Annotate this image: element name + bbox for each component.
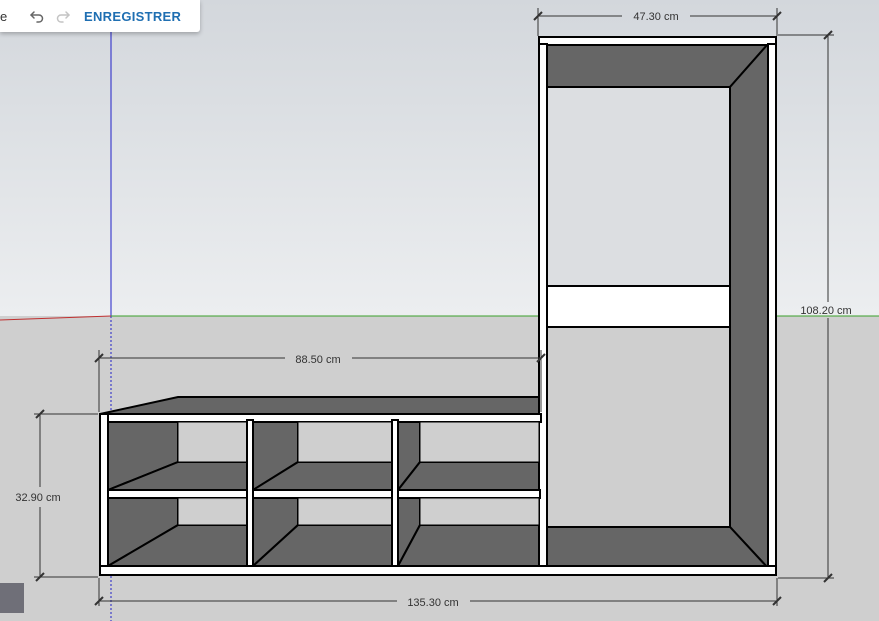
top-toolbar: e ENREGISTRER	[0, 0, 200, 32]
corner-panel-button[interactable]	[0, 583, 24, 613]
lower-right-back	[419, 497, 540, 526]
upper-left-back	[177, 421, 250, 463]
tall-top-board	[538, 36, 777, 46]
bench-top-surface	[99, 396, 540, 415]
redo-icon[interactable]	[50, 3, 76, 29]
tall-mid-shelf	[546, 285, 731, 328]
dim-label-bench-width: 88.50 cm	[295, 354, 340, 366]
bench-middle-shelf	[105, 489, 541, 499]
lower-left-back	[177, 497, 250, 526]
lower-mid-back	[297, 497, 395, 526]
tall-bottom-inner	[546, 526, 771, 569]
tall-right-board	[767, 43, 777, 569]
base-board	[99, 565, 777, 576]
tall-upper-back	[546, 86, 731, 287]
dim-label-tall-width: 47.30 cm	[633, 11, 678, 23]
dim-label-bench-height: 32.90 cm	[15, 492, 60, 504]
upper-right-floor	[395, 461, 540, 491]
upper-mid-back	[297, 421, 395, 463]
dim-label-total-height: 108.20 cm	[800, 305, 851, 317]
divider-2	[391, 419, 399, 569]
dim-label-total-width: 135.30 cm	[407, 597, 458, 609]
divider-1	[246, 419, 254, 569]
bench-top-board	[99, 413, 542, 423]
bench-left-board	[99, 413, 109, 569]
3d-viewport[interactable]: 47.30 cm 108.20 cm 88.50 cm 32.90 cm 135…	[0, 0, 879, 621]
tall-right-inner	[729, 41, 769, 571]
upper-right-back	[419, 421, 540, 463]
menu-fragment[interactable]: e	[0, 9, 10, 24]
tall-unit[interactable]	[538, 36, 777, 571]
save-button[interactable]: ENREGISTRER	[84, 9, 181, 24]
undo-icon[interactable]	[24, 3, 50, 29]
lower-right-floor	[396, 524, 540, 567]
bench-unit[interactable]	[99, 396, 542, 569]
